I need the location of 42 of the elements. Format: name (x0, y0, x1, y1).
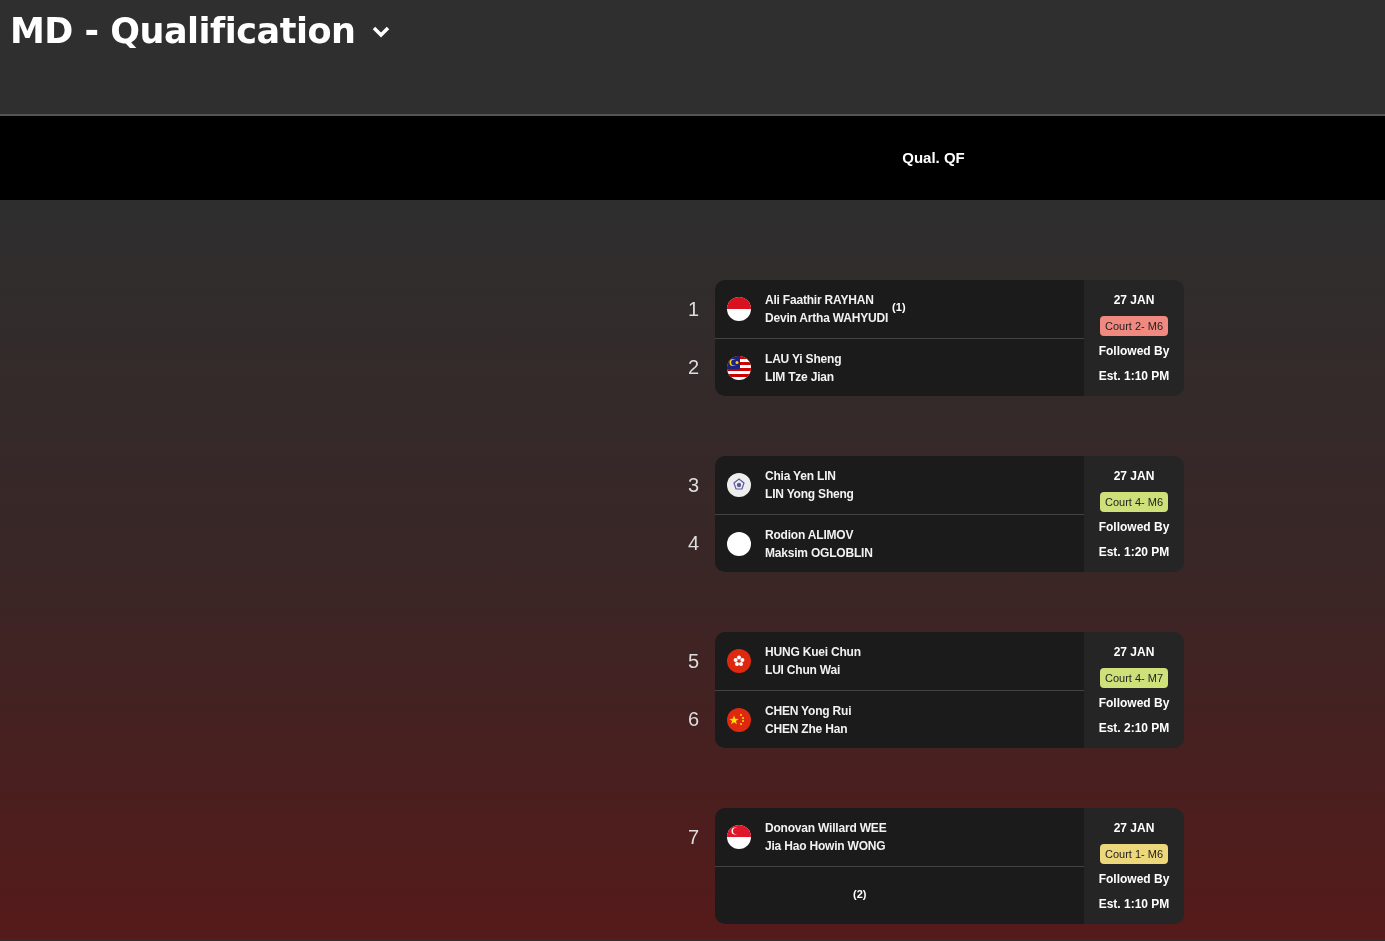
followed-by-label: Followed By (1098, 343, 1170, 361)
estimated-time: Est. 1:10 PM (1098, 367, 1170, 385)
player-name: Donovan Willard WEE (765, 820, 887, 837)
draw-position: 5 (687, 649, 700, 674)
followed-by-label: Followed By (1098, 519, 1170, 537)
estimated-time: Est. 1:20 PM (1098, 543, 1170, 561)
draw-position: 2 (687, 355, 700, 380)
player-name: Chia Yen LIN (765, 468, 837, 485)
player-name: Jia Hao Howin WONG (765, 838, 887, 855)
chevron-down-icon[interactable] (371, 24, 392, 39)
draw-position: 4 (687, 531, 700, 556)
followed-by-label: Followed By (1098, 695, 1170, 713)
draw-position: 6 (687, 707, 700, 732)
match-date: 27 JAN (1113, 820, 1155, 838)
court-tag: Court 4- M7 (1099, 667, 1169, 689)
followed-by-label: Followed By (1098, 871, 1170, 889)
player-name: LIM Tze Jian (765, 368, 835, 386)
seed-label: (2) (853, 887, 867, 902)
match-date: 27 JAN (1113, 644, 1155, 662)
page-title: MD - Qualification (10, 14, 356, 49)
player-name: LUI Chun Wai (765, 662, 842, 679)
player-name: Rodion ALIMOV (765, 526, 855, 544)
court-tag: Court 4- M6 (1099, 491, 1169, 513)
player-name: LIN Yong Sheng (765, 486, 854, 503)
seed-label: (1) (892, 300, 906, 315)
estimated-time: Est. 1:10 PM (1098, 895, 1170, 913)
player-name: Ali Faathir RAYHAN (765, 292, 875, 309)
player-name: Maksim OGLOBLIN (765, 544, 873, 562)
player-name: HUNG Kuei Chun (765, 644, 861, 661)
estimated-time: Est. 2:10 PM (1098, 719, 1170, 737)
draw-position: 3 (687, 473, 700, 498)
match-date: 27 JAN (1113, 468, 1155, 486)
court-tag: Court 1- M6 (1099, 843, 1169, 865)
player-name: CHEN Zhe Han (765, 720, 849, 738)
player-name: Devin Artha WAHYUDI (765, 310, 889, 327)
player-name: LAU Yi Sheng (765, 350, 842, 368)
draw-position: 1 (687, 297, 700, 322)
player-name: CHEN Yong Rui (765, 702, 852, 720)
round-label: Qual. QF (902, 147, 965, 168)
court-tag: Court 2- M6 (1099, 315, 1169, 337)
match-date: 27 JAN (1113, 292, 1155, 310)
draw-position: 7 (687, 825, 700, 850)
